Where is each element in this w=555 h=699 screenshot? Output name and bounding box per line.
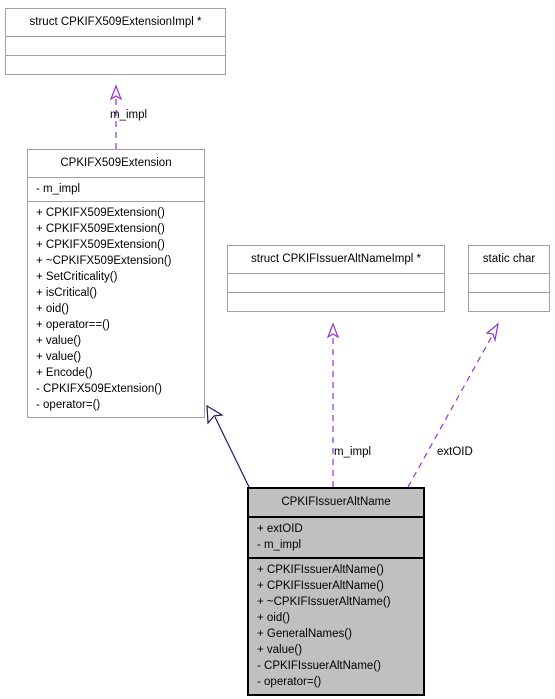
node-title: CPKIFX509Extension bbox=[60, 157, 172, 169]
method-item: + CPKIFX509Extension() bbox=[36, 223, 165, 235]
method-item: + value() bbox=[257, 644, 303, 656]
methods-compartment: + CPKIFX509Extension() + CPKIFX509Extens… bbox=[28, 202, 204, 417]
node-static-char[interactable]: static char bbox=[468, 245, 550, 312]
method-item: + CPKIFX509Extension() bbox=[36, 207, 165, 219]
edge-label-impl-to-extension: m_impl bbox=[110, 109, 148, 121]
attribute-item: - m_impl bbox=[257, 539, 302, 551]
method-item: + CPKIFIssuerAltName() bbox=[257, 564, 384, 576]
edge-extension-inheritance bbox=[206, 404, 250, 488]
node-issuer-alt-name[interactable]: CPKIFIssuerAltName + extOID - m_impl + C… bbox=[247, 487, 425, 696]
node-x509-extension[interactable]: CPKIFX509Extension - m_impl + CPKIFX509E… bbox=[27, 149, 205, 418]
node-issuer-alt-name-impl[interactable]: struct CPKIFIssuerAltNameImpl * bbox=[227, 245, 445, 312]
method-item: + SetCriticality() bbox=[36, 271, 118, 283]
method-item: + Encode() bbox=[36, 367, 93, 379]
edge-line bbox=[407, 335, 493, 488]
attributes-compartment bbox=[228, 274, 444, 292]
node-title: static char bbox=[482, 253, 536, 265]
method-item: + CPKIFX509Extension() bbox=[36, 239, 165, 251]
methods-compartment bbox=[6, 56, 225, 74]
uml-class-diagram: struct CPKIFX509ExtensionImpl * CPKIFX50… bbox=[0, 0, 555, 699]
edge-label-static-char-to-issuer-alt-name: extOID bbox=[437, 446, 473, 458]
methods-compartment: + CPKIFIssuerAltName() + CPKIFIssuerAltN… bbox=[249, 559, 423, 694]
edge-impl-to-issuer-alt-name bbox=[326, 322, 340, 487]
method-item: + CPKIFIssuerAltName() bbox=[257, 580, 384, 592]
open-arrowhead-icon bbox=[326, 322, 340, 339]
attributes-compartment: + extOID - m_impl bbox=[249, 518, 423, 557]
method-item: - CPKIFIssuerAltName() bbox=[257, 660, 381, 672]
attributes-compartment bbox=[469, 274, 549, 292]
method-item: + ~CPKIFIssuerAltName() bbox=[257, 596, 391, 608]
method-item: - operator=() bbox=[257, 676, 322, 688]
node-title: CPKIFIssuerAltName bbox=[281, 496, 391, 508]
method-item: + value() bbox=[36, 335, 82, 347]
method-item: - operator=() bbox=[36, 399, 101, 411]
method-item: + GeneralNames() bbox=[257, 628, 352, 640]
node-title: struct CPKIFIssuerAltNameImpl * bbox=[251, 253, 421, 265]
methods-compartment bbox=[228, 293, 444, 311]
method-item: + oid() bbox=[257, 612, 290, 624]
node-x509-extension-impl[interactable]: struct CPKIFX509ExtensionImpl * bbox=[5, 8, 226, 75]
method-item: + ~CPKIFX509Extension() bbox=[36, 255, 172, 267]
method-item: + operator==() bbox=[36, 319, 110, 331]
attribute-item: + extOID bbox=[257, 523, 303, 535]
method-item: - CPKIFX509Extension() bbox=[36, 383, 162, 395]
edge-line bbox=[214, 416, 250, 488]
hollow-triangle-arrowhead-icon bbox=[206, 404, 224, 425]
method-item: + value() bbox=[36, 351, 82, 363]
open-arrowhead-icon bbox=[485, 322, 499, 343]
method-item: + isCritical() bbox=[36, 287, 98, 299]
attribute-item: - m_impl bbox=[36, 183, 81, 195]
edge-label-impl-to-issuer-alt-name: m_impl bbox=[334, 446, 372, 458]
method-item: + oid() bbox=[36, 303, 69, 315]
methods-compartment bbox=[469, 293, 549, 311]
node-title: struct CPKIFX509ExtensionImpl * bbox=[29, 16, 202, 28]
attributes-compartment bbox=[6, 37, 225, 55]
attributes-compartment: - m_impl bbox=[28, 178, 204, 201]
open-arrowhead-icon bbox=[109, 84, 123, 101]
edge-static-char-to-issuer-alt-name bbox=[407, 322, 499, 488]
